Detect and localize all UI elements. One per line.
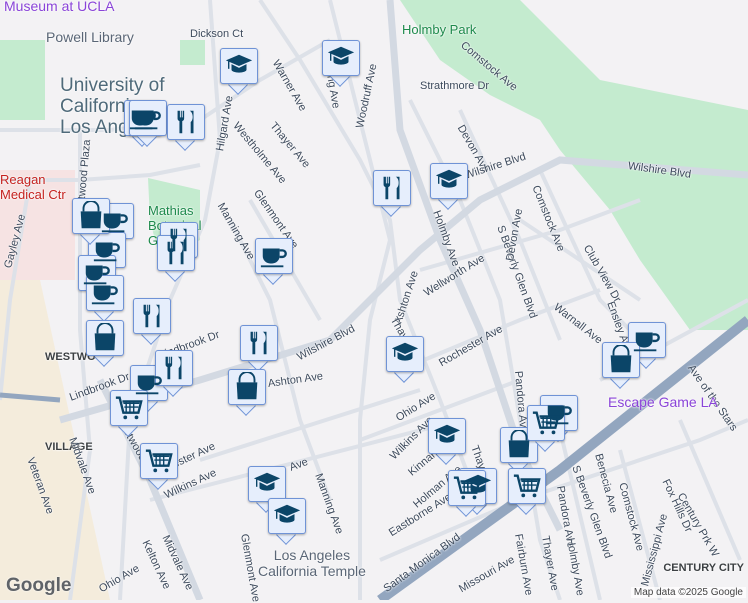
cafe-marker[interactable] [255, 238, 293, 285]
school-icon [435, 169, 463, 188]
cafe-icon [134, 110, 161, 130]
grocery-marker[interactable] [448, 470, 486, 517]
grocery-icon [513, 474, 541, 498]
cafe-icon [260, 248, 287, 268]
school-marker[interactable] [428, 418, 466, 465]
label-museum[interactable]: Museum at UCLA [4, 0, 114, 14]
school-marker[interactable] [430, 163, 468, 210]
grocery-icon [453, 476, 481, 500]
shopping-icon [236, 372, 258, 400]
map-attribution[interactable]: Map data ©2025 Google [630, 587, 746, 598]
label-powell-library[interactable]: Powell Library [46, 29, 134, 45]
school-marker[interactable] [386, 336, 424, 383]
grocery-icon [145, 449, 173, 473]
restaurant-marker[interactable] [240, 325, 278, 372]
restaurant-marker[interactable] [167, 104, 205, 151]
label-holmby-park[interactable]: Holmby Park [402, 22, 476, 37]
label-street: Strathmore Dr [420, 80, 490, 92]
label-escape-game[interactable]: Escape Game LA [608, 394, 718, 410]
shopping-marker[interactable] [86, 320, 124, 367]
restaurant-icon [177, 110, 194, 134]
label-century-city: CENTURY CITY [663, 562, 744, 574]
grocery-marker[interactable] [508, 468, 546, 515]
school-icon [433, 424, 461, 443]
cafe-marker[interactable] [129, 100, 167, 147]
grocery-marker[interactable] [110, 390, 148, 437]
grocery-marker[interactable] [140, 443, 178, 490]
restaurant-icon [383, 176, 400, 200]
grocery-icon [532, 411, 560, 435]
grocery-icon [115, 396, 143, 420]
shopping-icon [80, 201, 102, 229]
shopping-icon [508, 430, 530, 458]
restaurant-icon [165, 356, 182, 380]
cafe-icon [633, 332, 660, 352]
shopping-marker[interactable] [602, 342, 640, 389]
label-street: Dickson Ct [190, 28, 244, 40]
school-icon [273, 504, 301, 523]
school-marker[interactable] [268, 498, 306, 545]
google-logo[interactable]: Google [6, 575, 71, 597]
shopping-icon [94, 323, 116, 351]
shopping-icon [610, 345, 632, 373]
restaurant-icon [143, 304, 160, 328]
school-icon [391, 342, 419, 361]
restaurant-marker[interactable] [157, 235, 195, 282]
restaurant-icon [167, 241, 184, 265]
cafe-marker[interactable] [86, 275, 124, 322]
restaurant-marker[interactable] [373, 170, 411, 217]
school-marker[interactable] [220, 48, 258, 95]
label-medical-center[interactable]: Reagan Medical Ctr [0, 172, 70, 202]
restaurant-icon [250, 331, 267, 355]
school-marker[interactable] [322, 40, 360, 87]
restaurant-marker[interactable] [133, 298, 171, 345]
school-icon [327, 46, 355, 65]
label-la-temple[interactable]: Los Angeles California Temple [258, 547, 366, 579]
cafe-icon [91, 285, 118, 305]
shopping-marker[interactable] [228, 369, 266, 416]
school-icon [225, 54, 253, 73]
school-icon [253, 472, 281, 491]
